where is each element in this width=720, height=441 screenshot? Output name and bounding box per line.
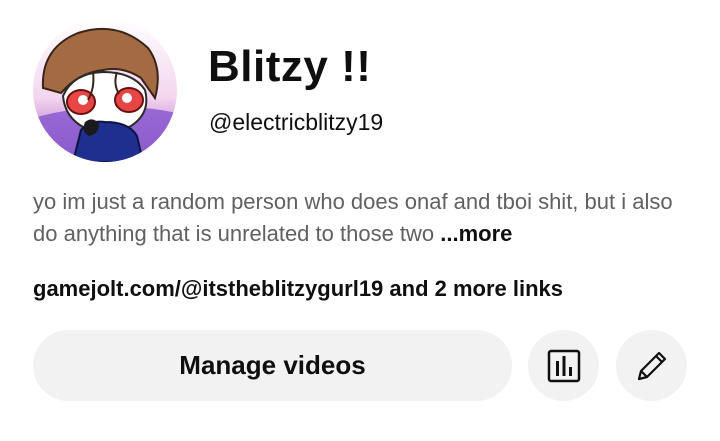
edit-button[interactable]	[616, 330, 687, 401]
channel-links[interactable]: gamejolt.com/@itstheblitzygurl19 and 2 m…	[33, 276, 563, 302]
manage-videos-button[interactable]: Manage videos	[33, 330, 512, 401]
avatar[interactable]	[33, 18, 177, 162]
more-link[interactable]: ...more	[440, 221, 512, 246]
pencil-icon	[637, 351, 666, 380]
description-text: yo im just a random person who does onaf…	[33, 189, 673, 246]
analytics-icon	[547, 349, 580, 382]
character-avatar-icon	[33, 18, 177, 162]
channel-description[interactable]: yo im just a random person who does onaf…	[33, 186, 693, 250]
channel-handle: @electricblitzy19	[209, 109, 384, 135]
channel-name: Blitzy !!	[208, 42, 372, 91]
manage-videos-label: Manage videos	[179, 350, 366, 380]
analytics-button[interactable]	[528, 330, 599, 401]
